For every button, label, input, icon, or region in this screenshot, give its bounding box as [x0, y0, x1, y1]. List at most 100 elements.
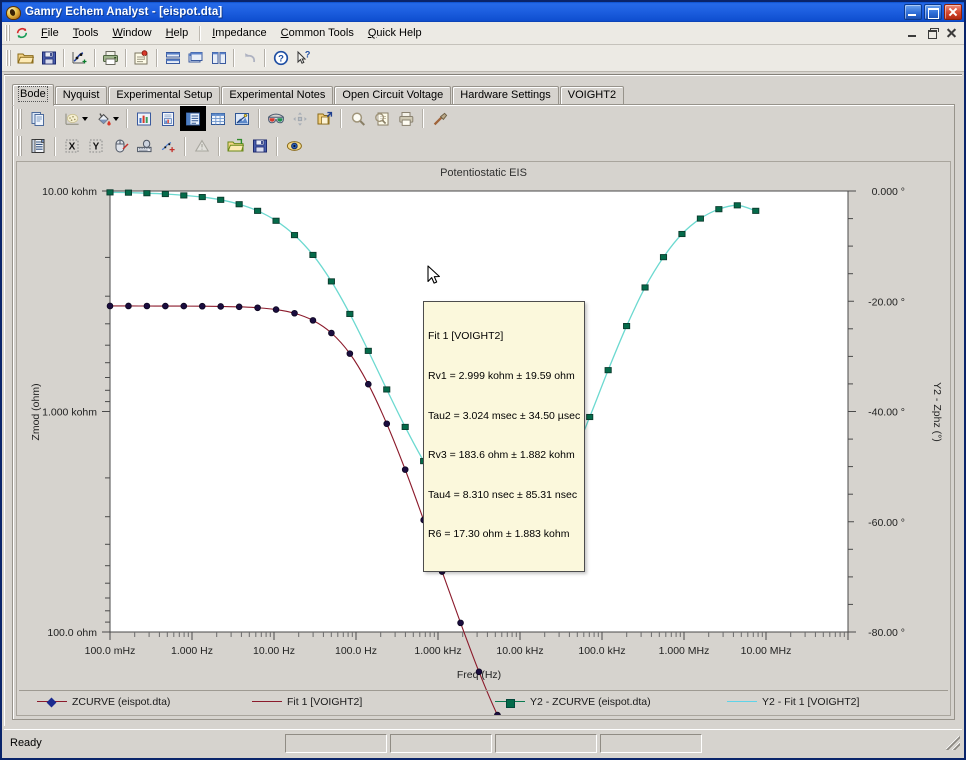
toolbar-separator	[63, 49, 65, 67]
mdi-client-area: Bode Nyquist Experimental Setup Experime…	[4, 74, 962, 726]
help-button[interactable]: ?	[269, 47, 292, 69]
legend-item-y2-zcurve[interactable]: Y2 - ZCURVE (eispot.dta)	[495, 696, 727, 708]
tab-open-circuit-voltage[interactable]: Open Circuit Voltage	[334, 86, 452, 105]
mdi-close-icon[interactable]	[944, 26, 958, 40]
menu-item-quick-help[interactable]: Quick Help	[361, 25, 429, 41]
x-tick-label: 10.00 Hz	[253, 645, 295, 657]
export-button[interactable]	[312, 107, 336, 130]
x-tick-label: 100.0 kHz	[578, 645, 625, 657]
tile-horizontal-button[interactable]	[161, 47, 184, 69]
bode-panel: X Y Potentiostatic EIS 10.00 kohm 1.000 …	[12, 104, 955, 720]
tooltip-line: Rv3 = 183.6 ohm ± 1.882 kohm	[428, 449, 575, 462]
tab-nyquist[interactable]: Nyquist	[54, 86, 108, 105]
menu-item-file[interactable]: File	[34, 25, 66, 41]
legend-symbol-fit1	[252, 696, 282, 708]
chart-toolbar-secondary: X Y	[13, 132, 954, 160]
tooltip-line: Rv1 = 2.999 kohm ± 19.59 ohm	[428, 370, 575, 383]
legend-item-fit1[interactable]: Fit 1 [VOIGHT2]	[252, 696, 495, 708]
menu-grip[interactable]	[5, 25, 10, 41]
chart-toolbar-grip[interactable]	[17, 108, 22, 129]
menu-item-tools[interactable]: Tools	[66, 25, 106, 41]
mdi-minimize-icon[interactable]	[906, 26, 920, 40]
chart-toolbar-primary	[13, 105, 954, 132]
legend-label: Y2 - Fit 1 [VOIGHT2]	[762, 696, 860, 708]
fill-color-dropdown[interactable]	[91, 107, 115, 130]
maximize-icon[interactable]	[924, 4, 942, 20]
notes-button[interactable]	[130, 47, 153, 69]
data-table-button[interactable]	[26, 135, 50, 158]
tab-voight2[interactable]: VOIGHT2	[559, 86, 625, 105]
y2-axis-label: Y2 - Zphz (°)	[931, 382, 943, 442]
legend-item-y2-fit1[interactable]: Y2 - Fit 1 [VOIGHT2]	[727, 696, 859, 708]
open-model-button[interactable]	[224, 135, 248, 158]
tooltip-title: Fit 1 [VOIGHT2]	[428, 330, 504, 343]
menu-item-help[interactable]: Help	[159, 25, 196, 41]
application-window: Gamry Echem Analyst - [eispot.dta] File …	[0, 0, 966, 760]
page-setup-button[interactable]	[156, 107, 180, 130]
print-preview-button[interactable]	[370, 107, 394, 130]
legend-toggle-button[interactable]	[180, 106, 206, 131]
chart-plot-area[interactable]: Potentiostatic EIS 10.00 kohm 1.000 kohm…	[16, 161, 951, 716]
tile-vertical-button[interactable]	[207, 47, 230, 69]
menu-item-common-tools[interactable]: Common Tools	[274, 25, 361, 41]
context-help-button[interactable]: ?	[292, 47, 315, 69]
tab-label: Experimental Setup	[116, 89, 213, 101]
cascade-windows-button[interactable]	[184, 47, 207, 69]
chart-toolbar-separator	[258, 109, 260, 128]
tooltip-line: Tau4 = 8.310 nsec ± 85.31 nsec	[428, 488, 578, 501]
mouse-select-button[interactable]	[108, 135, 132, 158]
y-axis-button[interactable]: Y	[84, 135, 108, 158]
toolbar-separator	[264, 49, 266, 67]
zoom-button[interactable]	[346, 107, 370, 130]
tab-label: Bode	[18, 86, 48, 102]
chart-toolbar-separator	[126, 109, 128, 128]
print-chart-button[interactable]	[394, 107, 418, 130]
tab-label: VOIGHT2	[567, 89, 617, 101]
stereo-view-button[interactable]	[264, 107, 288, 130]
save-file-button[interactable]	[37, 47, 60, 69]
x-tick-label: 1.000 MHz	[659, 645, 710, 657]
close-icon[interactable]	[944, 4, 962, 20]
open-file-button[interactable]	[14, 47, 37, 69]
data-grid-button[interactable]	[206, 107, 230, 130]
chart-toolbar2-separator	[276, 136, 278, 156]
print-button[interactable]	[99, 47, 122, 69]
tools-button[interactable]	[428, 107, 452, 130]
x-axis-button[interactable]: X	[60, 135, 84, 158]
save-model-button[interactable]	[248, 135, 272, 158]
view-button[interactable]	[282, 135, 306, 158]
mdi-restore-icon[interactable]	[925, 26, 939, 40]
resize-grip[interactable]	[946, 736, 960, 750]
status-cell-4	[600, 733, 702, 753]
chart-image-button[interactable]	[230, 107, 254, 130]
toolbar-separator	[94, 49, 96, 67]
legend-item-zcurve[interactable]: ZCURVE (eispot.dta)	[37, 696, 252, 708]
point-select-button[interactable]	[156, 135, 180, 158]
chart-toolbar-separator	[422, 109, 424, 128]
x-tick-label: 100.0 mHz	[85, 645, 136, 657]
copy-button[interactable]	[26, 107, 50, 130]
tab-bode[interactable]: Bode	[12, 84, 54, 106]
menu-item-impedance[interactable]: Impedance	[205, 25, 273, 41]
main-toolbar-grip[interactable]	[6, 50, 11, 66]
curve-fit-button[interactable]	[68, 47, 91, 69]
chart-properties-button[interactable]	[132, 107, 156, 130]
tab-experimental-notes[interactable]: Experimental Notes	[221, 86, 334, 105]
svg-text:X: X	[69, 142, 76, 153]
keyboard-select-button[interactable]	[132, 135, 156, 158]
plot-style-dropdown[interactable]	[60, 107, 84, 130]
chart-toolbar2-grip[interactable]	[17, 136, 22, 156]
minimize-icon[interactable]	[904, 4, 922, 20]
tab-hardware-settings[interactable]: Hardware Settings	[452, 86, 559, 105]
x-tick-label: 10.00 MHz	[741, 645, 792, 657]
x-tick-label: 100.0 Hz	[335, 645, 377, 657]
y-axis-label: Zmod (ohm)	[30, 383, 42, 440]
tab-label: Open Circuit Voltage	[342, 89, 444, 101]
y2-tick-label: -60.00 °	[868, 517, 905, 529]
tab-strip: Bode Nyquist Experimental Setup Experime…	[12, 84, 958, 106]
tab-label: Hardware Settings	[460, 89, 551, 101]
menu-item-window[interactable]: Window	[105, 25, 158, 41]
legend-symbol-zcurve	[37, 696, 67, 708]
tab-experimental-setup[interactable]: Experimental Setup	[108, 86, 221, 105]
toolbar-separator	[156, 49, 158, 67]
